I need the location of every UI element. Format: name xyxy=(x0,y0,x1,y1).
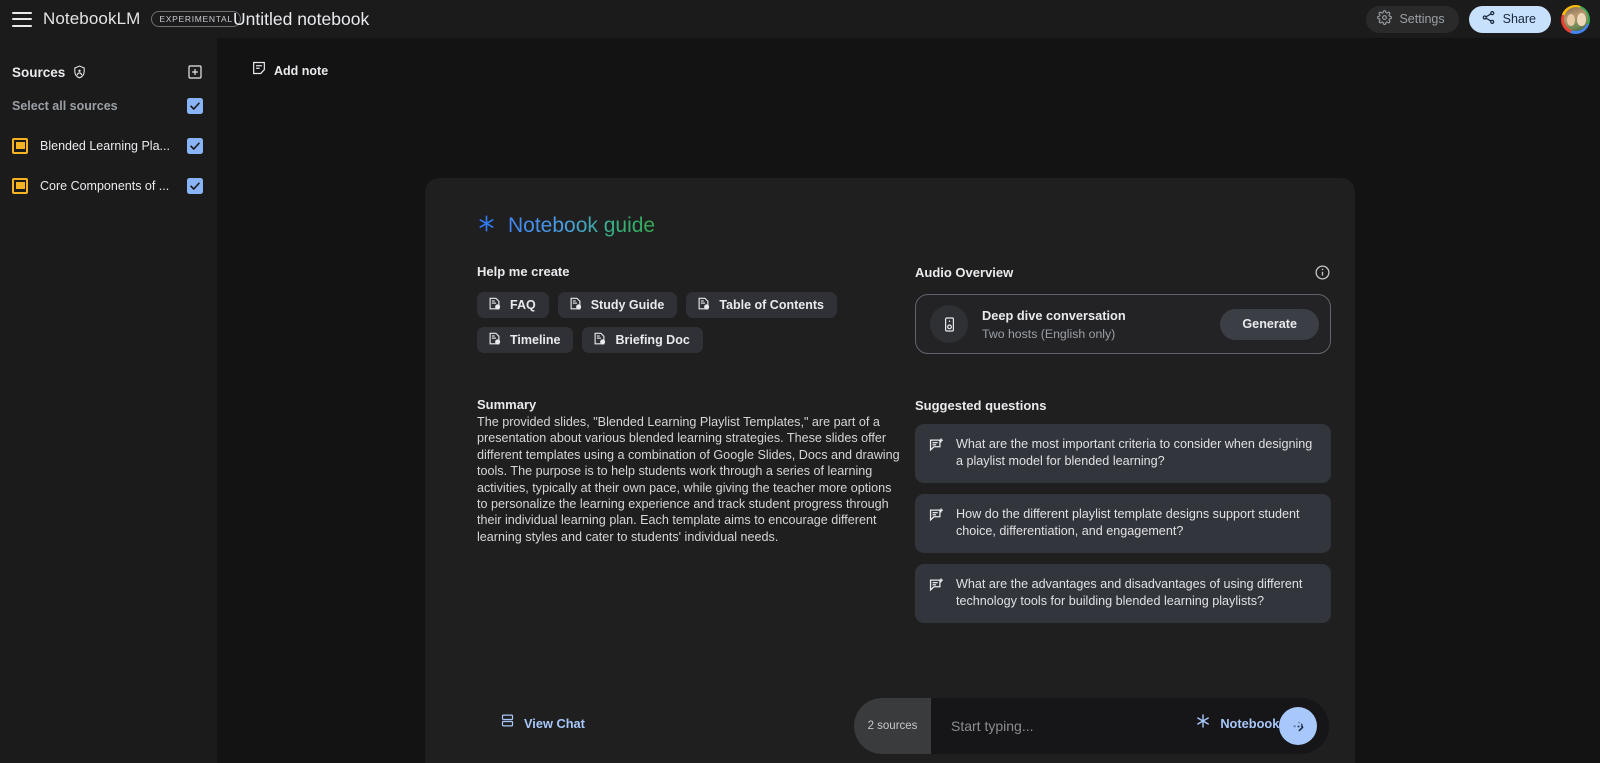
page-title[interactable]: Untitled notebook xyxy=(233,0,369,38)
google-slides-icon xyxy=(12,178,28,194)
shield-icon xyxy=(72,64,87,80)
svg-text:i: i xyxy=(706,304,707,309)
help-me-create-chips: i FAQ i Study Guide i Table of Contents … xyxy=(477,292,901,353)
summary-text: The provided slides, "Blended Learning P… xyxy=(477,415,900,544)
notebooklm-app: NotebookLM EXPERIMENTAL Untitled noteboo… xyxy=(0,0,1600,763)
avatar-photo xyxy=(1563,7,1588,31)
sources-sidebar: Sources Select all sources Blended Learn… xyxy=(0,38,217,763)
source-name: Blended Learning Pla... xyxy=(40,139,170,153)
note-add-icon xyxy=(251,60,267,81)
create-chip-table-of-contents[interactable]: i Table of Contents xyxy=(686,292,837,318)
speaker-icon xyxy=(930,305,968,343)
source-name: Core Components of ... xyxy=(40,179,170,193)
share-button[interactable]: Share xyxy=(1468,5,1551,33)
document-info-icon: i xyxy=(568,296,583,314)
question-note-icon xyxy=(928,506,945,541)
audio-overview-card: Deep dive conversation Two hosts (Englis… xyxy=(915,294,1331,354)
create-chip-label: Briefing Doc xyxy=(615,333,690,347)
create-chip-briefing-doc[interactable]: i Briefing Doc xyxy=(582,327,703,353)
svg-text:i: i xyxy=(578,304,579,309)
info-icon[interactable] xyxy=(1314,264,1331,281)
notebook-guide-button[interactable]: Notebook guide xyxy=(1195,713,1317,734)
google-slides-icon xyxy=(12,138,28,154)
select-all-sources-row[interactable]: Select all sources xyxy=(0,91,217,121)
audio-overview-header: Audio Overview xyxy=(915,264,1331,281)
add-note-button[interactable]: Add note xyxy=(251,60,328,81)
generate-button[interactable]: Generate xyxy=(1220,308,1319,340)
view-chat-label: View Chat xyxy=(524,715,585,731)
source-item[interactable]: Blended Learning Pla... xyxy=(0,131,217,161)
hamburger-icon[interactable] xyxy=(12,11,32,27)
document-info-icon: i xyxy=(696,296,711,314)
help-me-create-heading: Help me create xyxy=(477,264,570,279)
document-info-icon: i xyxy=(487,331,502,349)
select-all-label: Select all sources xyxy=(12,99,118,113)
avatar[interactable] xyxy=(1561,4,1590,34)
document-info-icon: i xyxy=(592,331,607,349)
svg-text:i: i xyxy=(497,339,498,344)
document-info-icon: i xyxy=(487,296,502,314)
add-note-label: Add note xyxy=(274,63,329,78)
audio-overview-text: Deep dive conversation Two hosts (Englis… xyxy=(982,307,1126,341)
chat-list-icon xyxy=(500,713,515,733)
audio-overview-heading: Audio Overview xyxy=(915,265,1014,280)
sources-header: Sources xyxy=(0,56,217,88)
view-chat-button[interactable]: View Chat xyxy=(500,713,585,733)
settings-label: Settings xyxy=(1399,12,1445,26)
sparkle-icon xyxy=(1195,713,1211,734)
summary-heading: Summary xyxy=(477,397,537,412)
guide-right-column: Audio Overview Deep dive conversation Tw… xyxy=(915,264,1331,623)
sources-count-pill[interactable]: 2 sources xyxy=(854,698,931,754)
notebook-guide-header: Notebook guide xyxy=(477,214,1303,238)
brand-area: NotebookLM EXPERIMENTAL xyxy=(12,0,241,38)
svg-text:i: i xyxy=(497,304,498,309)
suggested-question-item[interactable]: What are the most important criteria to … xyxy=(915,424,1331,483)
notebook-guide-panel: Notebook guide Help me create i FAQ i St… xyxy=(425,178,1355,763)
create-chip-study-guide[interactable]: i Study Guide xyxy=(557,292,678,318)
sources-label: Sources xyxy=(12,64,66,80)
add-source-icon[interactable] xyxy=(187,64,203,80)
main-area: Add note Notebook guide Help me create i… xyxy=(217,38,1600,763)
app-name: NotebookLM xyxy=(43,9,141,28)
notebook-guide-link-label: Notebook guide xyxy=(1220,716,1317,731)
create-chip-label: FAQ xyxy=(510,298,536,312)
top-bar: NotebookLM EXPERIMENTAL Untitled noteboo… xyxy=(0,0,1600,38)
audio-overview-subtitle: Two hosts (English only) xyxy=(982,327,1116,341)
experimental-badge: EXPERIMENTAL xyxy=(151,10,241,28)
question-note-icon xyxy=(928,576,945,611)
source-checkbox[interactable] xyxy=(187,178,203,194)
suggested-questions-heading: Suggested questions xyxy=(915,398,1047,413)
audio-overview-title: Deep dive conversation xyxy=(982,308,1126,323)
suggested-question-text: What are the advantages and disadvantage… xyxy=(956,577,1303,608)
create-chip-label: Table of Contents xyxy=(719,298,824,312)
create-chip-label: Timeline xyxy=(510,333,561,347)
source-checkbox[interactable] xyxy=(187,138,203,154)
create-chip-label: Study Guide xyxy=(590,298,665,312)
top-bar-actions: Settings Share xyxy=(1366,0,1590,38)
suggested-question-item[interactable]: How do the different playlist template d… xyxy=(915,494,1331,553)
chat-bottom-bar: View Chat 2 sources Start typing... Note xyxy=(425,683,1355,763)
svg-text:i: i xyxy=(603,339,604,344)
guide-left-column: Help me create i FAQ i Study Guide i Tab… xyxy=(477,264,901,623)
gear-icon xyxy=(1377,10,1393,28)
settings-button[interactable]: Settings xyxy=(1366,5,1459,33)
source-item[interactable]: Core Components of ... xyxy=(0,171,217,201)
select-all-checkbox[interactable] xyxy=(187,98,203,114)
question-note-icon xyxy=(928,436,945,471)
create-chip-faq[interactable]: i FAQ xyxy=(477,292,549,318)
suggested-question-text: What are the most important criteria to … xyxy=(956,437,1313,468)
notebook-guide-title: Notebook guide xyxy=(508,214,656,237)
share-label: Share xyxy=(1502,12,1536,26)
sparkle-icon xyxy=(477,214,496,238)
suggested-question-text: How do the different playlist template d… xyxy=(956,507,1300,538)
create-chip-timeline[interactable]: i Timeline xyxy=(477,327,574,353)
share-icon xyxy=(1481,10,1496,28)
suggested-question-item[interactable]: What are the advantages and disadvantage… xyxy=(915,564,1331,623)
